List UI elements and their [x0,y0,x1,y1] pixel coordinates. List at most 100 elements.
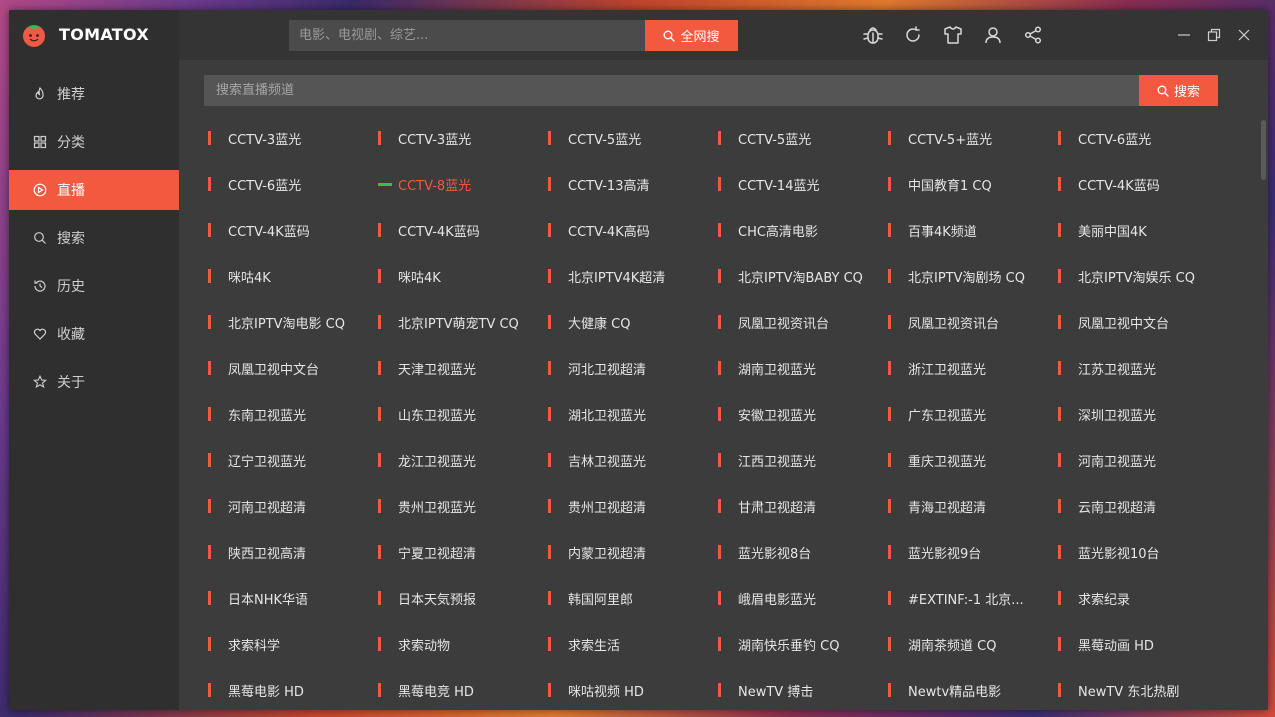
channel-item[interactable]: 求索生活 [548,621,718,667]
channel-item[interactable]: 青海卫视超清 [888,483,1058,529]
channel-item[interactable]: 美丽中国4K [1058,207,1228,253]
channel-item[interactable]: 北京IPTV淘娱乐 CQ [1058,253,1228,299]
channel-item[interactable]: 云南卫视超清 [1058,483,1228,529]
channel-search-button[interactable]: 搜索 [1139,75,1218,106]
sidebar-item-history[interactable]: 历史 [9,266,179,306]
restore-icon[interactable] [1203,24,1225,46]
channel-item[interactable]: 甘肃卫视超清 [718,483,888,529]
channel-item[interactable]: 峨眉电影蓝光 [718,575,888,621]
channel-item[interactable]: CCTV-14蓝光 [718,161,888,207]
global-search-button[interactable]: 全网搜 [645,20,738,51]
user-icon[interactable] [981,23,1005,47]
channel-item[interactable]: CCTV-4K蓝码 [378,207,548,253]
channel-item[interactable]: CCTV-6蓝光 [1058,115,1228,161]
channel-item[interactable]: 湖南卫视蓝光 [718,345,888,391]
channel-item[interactable]: 大健康 CQ [548,299,718,345]
channel-item[interactable]: 深圳卫视蓝光 [1058,391,1228,437]
channel-item[interactable]: 贵州卫视蓝光 [378,483,548,529]
channel-item[interactable]: 江西卫视蓝光 [718,437,888,483]
share-icon[interactable] [1021,23,1045,47]
channel-item[interactable]: 蓝光影视10台 [1058,529,1228,575]
channel-item[interactable]: 北京IPTV淘剧场 CQ [888,253,1058,299]
channel-item[interactable]: NewTV 东北热剧 [1058,667,1228,710]
channel-item[interactable]: 黑莓动画 HD [1058,621,1228,667]
bug-icon[interactable] [861,23,885,47]
channel-item[interactable]: CHC高清电影 [718,207,888,253]
channel-item[interactable]: 凤凰卫视中文台 [1058,299,1228,345]
sidebar-item-live[interactable]: 直播 [9,170,179,210]
channel-item-playing[interactable]: CCTV-8蓝光 [378,161,548,207]
channel-item[interactable]: 陕西卫视高清 [208,529,378,575]
channel-item[interactable]: 北京IPTV4K超清 [548,253,718,299]
channel-item[interactable]: 龙江卫视蓝光 [378,437,548,483]
channel-name: CCTV-4K蓝码 [398,224,480,240]
channel-search-input[interactable] [204,75,1139,106]
channel-item[interactable]: CCTV-3蓝光 [208,115,378,161]
channel-item[interactable]: CCTV-5蓝光 [548,115,718,161]
sidebar-item-search[interactable]: 搜索 [9,218,179,258]
channel-item[interactable]: 咪咕4K [208,253,378,299]
channel-item[interactable]: 广东卫视蓝光 [888,391,1058,437]
channel-marker [548,223,551,237]
channel-item[interactable]: CCTV-4K蓝码 [1058,161,1228,207]
sidebar-item-about[interactable]: 关于 [9,362,179,402]
channel-item[interactable]: 咪咕视频 HD [548,667,718,710]
channel-item[interactable]: 蓝光影视9台 [888,529,1058,575]
channel-item[interactable]: 求索科学 [208,621,378,667]
channel-item[interactable]: 天津卫视蓝光 [378,345,548,391]
channel-item[interactable]: CCTV-3蓝光 [378,115,548,161]
channel-item[interactable]: CCTV-4K高码 [548,207,718,253]
channel-item[interactable]: 安徽卫视蓝光 [718,391,888,437]
channel-item[interactable]: 浙江卫视蓝光 [888,345,1058,391]
channel-item[interactable]: 贵州卫视超清 [548,483,718,529]
channel-item[interactable]: 湖南快乐垂钓 CQ [718,621,888,667]
channel-item[interactable]: 韩国阿里郎 [548,575,718,621]
channel-item[interactable]: 凤凰卫视资讯台 [888,299,1058,345]
channel-item[interactable]: NewTV 搏击 [718,667,888,710]
channel-item[interactable]: CCTV-6蓝光 [208,161,378,207]
channel-item[interactable]: 日本天気预报 [378,575,548,621]
channel-item[interactable]: 黑莓电影 HD [208,667,378,710]
channel-item[interactable]: 日本NHK华语 [208,575,378,621]
channel-item[interactable]: CCTV-5+蓝光 [888,115,1058,161]
channel-item[interactable]: 凤凰卫视中文台 [208,345,378,391]
channel-item[interactable]: CCTV-5蓝光 [718,115,888,161]
channel-item[interactable]: 湖南茶频道 CQ [888,621,1058,667]
channel-item[interactable]: 咪咕4K [378,253,548,299]
channel-item[interactable]: 黑莓电竞 HD [378,667,548,710]
minimize-icon[interactable] [1173,24,1195,46]
channel-item[interactable]: 河南卫视超清 [208,483,378,529]
channel-item[interactable]: 江苏卫视蓝光 [1058,345,1228,391]
channel-item[interactable]: 河北卫视超清 [548,345,718,391]
channel-item[interactable]: #EXTINF:-1 北京... [888,575,1058,621]
channel-item[interactable]: 凤凰卫视资讯台 [718,299,888,345]
channel-item[interactable]: 北京IPTV淘BABY CQ [718,253,888,299]
channel-item[interactable]: 辽宁卫视蓝光 [208,437,378,483]
channel-item[interactable]: 河南卫视蓝光 [1058,437,1228,483]
close-icon[interactable] [1233,24,1255,46]
refresh-icon[interactable] [901,23,925,47]
channel-item[interactable]: CCTV-13高清 [548,161,718,207]
channel-item[interactable]: 蓝光影视8台 [718,529,888,575]
channel-item[interactable]: 山东卫视蓝光 [378,391,548,437]
shirt-icon[interactable] [941,23,965,47]
channel-item[interactable]: 北京IPTV淘电影 CQ [208,299,378,345]
sidebar-item-category[interactable]: 分类 [9,122,179,162]
channel-item[interactable]: 宁夏卫视超清 [378,529,548,575]
channel-item[interactable]: 内蒙卫视超清 [548,529,718,575]
channel-item[interactable]: 求索纪录 [1058,575,1228,621]
sidebar-item-favorites[interactable]: 收藏 [9,314,179,354]
scrollbar[interactable] [1261,120,1266,180]
channel-item[interactable]: 百事4K频道 [888,207,1058,253]
channel-item[interactable]: 求索动物 [378,621,548,667]
channel-item[interactable]: 中国教育1 CQ [888,161,1058,207]
channel-item[interactable]: 吉林卫视蓝光 [548,437,718,483]
channel-item[interactable]: 北京IPTV萌宠TV CQ [378,299,548,345]
channel-item[interactable]: CCTV-4K蓝码 [208,207,378,253]
channel-item[interactable]: 重庆卫视蓝光 [888,437,1058,483]
channel-item[interactable]: 东南卫视蓝光 [208,391,378,437]
global-search-input[interactable] [289,20,645,51]
sidebar-item-recommend[interactable]: 推荐 [9,74,179,114]
channel-item[interactable]: Newtv精品电影 [888,667,1058,710]
channel-item[interactable]: 湖北卫视蓝光 [548,391,718,437]
